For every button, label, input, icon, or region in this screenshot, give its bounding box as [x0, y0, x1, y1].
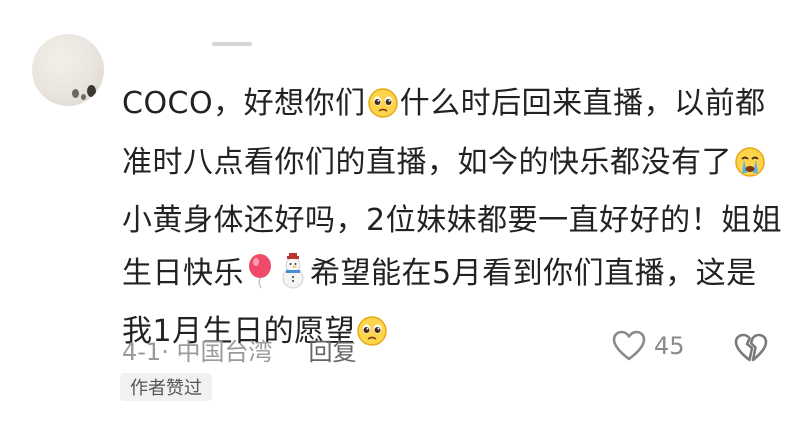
avatar-mark: [87, 85, 96, 97]
comment-meta: 4-1· 中国台湾 回复: [122, 332, 356, 366]
comment-segment: COCO，好想你们: [122, 86, 366, 121]
comment-segment: 小黄身体还好吗，2位妹妹都要一直好好的！姐姐: [122, 203, 783, 238]
date-location: 4-1· 中国台湾: [122, 337, 273, 366]
avatar-mark: [72, 89, 79, 98]
pleading-face-icon: [367, 84, 399, 137]
avatar-mark: [81, 94, 86, 100]
comment-line: 小黄身体还好吗，2位妹妹都要一直好好的！姐姐: [122, 195, 782, 248]
like-button[interactable]: 45: [612, 330, 685, 362]
comment-line: COCO，好想你们 什么时后回来直播，以前都: [122, 78, 782, 137]
comment-line: 准时八点看你们的直播，如今的快乐都没有了: [122, 137, 782, 196]
crying-face-icon: [733, 143, 767, 196]
avatar[interactable]: [32, 34, 104, 106]
author-liked-badge: 作者赞过: [120, 373, 212, 401]
comment-segment: 生日快乐: [122, 255, 244, 291]
pleading-face-icon: [356, 312, 388, 365]
like-count: 45: [654, 332, 685, 360]
comment-line: 生日快乐 希望能在5月看到你们直播，这是: [122, 248, 782, 307]
balloon-icon: [245, 253, 275, 307]
comment-segment: 希望能在5月看到你们直播，这是: [310, 255, 757, 291]
comment-segment: 什么时后回来直播，以前都: [399, 86, 766, 121]
username-blurred[interactable]: [212, 42, 252, 46]
comment-segment: 准时八点看你们的直播，如今的快乐都没有了: [122, 144, 732, 180]
heart-outline-icon: [612, 330, 646, 362]
reply-button[interactable]: 回复: [308, 332, 356, 367]
comment-text: COCO，好想你们 什么时后回来直播，以前都 准时八点看你们的直播，如今的快乐都…: [122, 78, 782, 365]
snowman-icon: [277, 252, 309, 307]
dislike-button[interactable]: [734, 333, 768, 367]
broken-heart-icon: [734, 333, 768, 363]
